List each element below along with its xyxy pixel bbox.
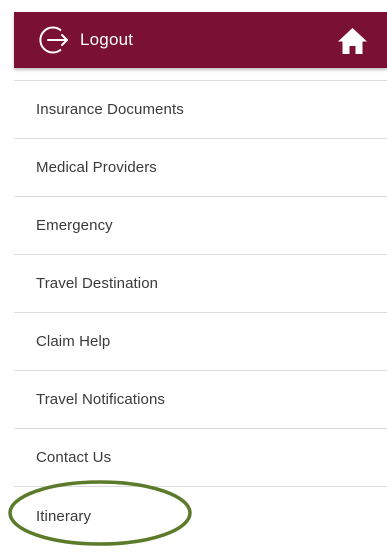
menu-item-label: Emergency: [36, 217, 113, 234]
menu-item-label: Claim Help: [36, 333, 111, 350]
side-menu: Insurance Documents Medical Providers Em…: [14, 80, 387, 545]
menu-item-label: Insurance Documents: [36, 101, 184, 118]
menu-item-label: Contact Us: [36, 449, 112, 466]
app-screen: Logout Insurance Documents Medical Provi…: [0, 0, 387, 552]
logout-button[interactable]: Logout: [36, 22, 133, 58]
menu-item-travel-destination[interactable]: Travel Destination: [14, 255, 387, 313]
menu-item-medical-providers[interactable]: Medical Providers: [14, 139, 387, 197]
menu-item-label: Itinerary: [36, 507, 92, 525]
menu-item-itinerary[interactable]: Itinerary: [14, 487, 387, 545]
logout-icon: [39, 26, 68, 54]
menu-item-label: Travel Destination: [36, 275, 159, 292]
menu-item-label: Travel Notifications: [36, 391, 165, 408]
menu-item-insurance-documents[interactable]: Insurance Documents: [14, 81, 387, 139]
menu-item-label: Medical Providers: [36, 159, 157, 176]
top-bar: Logout: [14, 12, 387, 68]
home-icon[interactable]: [336, 26, 369, 56]
menu-item-contact-us[interactable]: Contact Us: [14, 429, 387, 487]
menu-item-emergency[interactable]: Emergency: [14, 197, 387, 255]
menu-item-claim-help[interactable]: Claim Help: [14, 313, 387, 371]
logout-label: Logout: [80, 30, 134, 49]
menu-item-travel-notifications[interactable]: Travel Notifications: [14, 371, 387, 429]
